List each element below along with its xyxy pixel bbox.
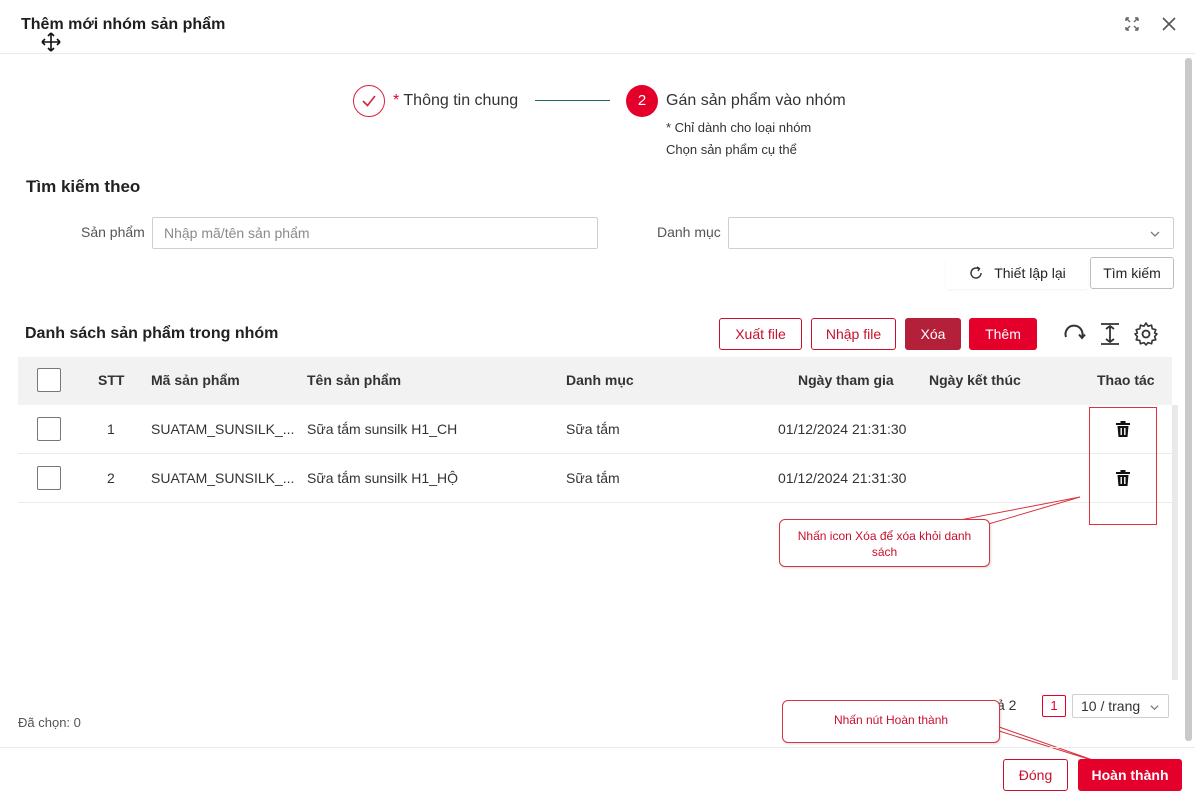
finish-button[interactable]: Hoàn thành (1078, 759, 1182, 791)
gear-icon[interactable] (1133, 321, 1159, 347)
row-stt: 2 (107, 470, 115, 486)
delete-highlight-box (1089, 407, 1157, 525)
chevron-down-icon (1150, 705, 1159, 711)
row-checkbox[interactable] (37, 417, 61, 441)
row-checkbox[interactable] (37, 466, 61, 490)
page-size-value: 10 / trang (1081, 698, 1141, 714)
search-button[interactable]: Tìm kiếm (1090, 257, 1174, 289)
select-all-checkbox[interactable] (37, 368, 61, 392)
column-header: Ngày kết thúc (929, 372, 1021, 388)
search-section-title: Tìm kiếm theo (26, 177, 141, 196)
reload-icon (970, 266, 982, 279)
delete-button[interactable]: Xóa (905, 318, 961, 350)
table-row[interactable]: 2 SUATAM_SUNSILK_... Sữa tắm sunsilk H1_… (18, 454, 1172, 503)
expand-icon[interactable] (1123, 15, 1141, 33)
check-icon (362, 95, 376, 107)
modal-scrollbar[interactable] (1185, 58, 1192, 741)
column-header: Mã sản phẩm (151, 372, 240, 388)
column-height-icon[interactable] (1097, 321, 1123, 347)
column-header: STT (98, 372, 125, 388)
column-header: Ngày tham gia (798, 372, 894, 388)
pagination-page-current[interactable]: 1 (1042, 695, 1066, 717)
step1-text: Thông tin chung (403, 92, 519, 109)
category-select[interactable] (728, 217, 1174, 249)
step2-indicator: 2 (626, 85, 658, 117)
reset-button[interactable]: Thiết lập lại (946, 257, 1088, 289)
close-icon[interactable] (1160, 15, 1178, 33)
step2-note: Chọn sản phẩm cụ thể (666, 142, 797, 157)
modal-header: Thêm mới nhóm sản phẩm (0, 0, 1195, 54)
step2-note: * Chỉ dành cho loại nhóm (666, 120, 812, 135)
export-file-button[interactable]: Xuất file (719, 318, 802, 350)
table-scrollbar[interactable] (1172, 405, 1178, 680)
step1-indicator (353, 85, 385, 117)
step-connector (535, 100, 610, 101)
row-name: Sữa tắm sunsilk H1_HỘ (307, 470, 458, 486)
row-stt: 1 (107, 421, 115, 437)
required-mark: * (393, 92, 400, 109)
product-label: Sản phẩm (81, 224, 145, 240)
column-header: Tên sản phẩm (307, 372, 402, 388)
move-icon[interactable] (41, 32, 61, 52)
row-code: SUATAM_SUNSILK_... (151, 421, 295, 437)
import-file-button[interactable]: Nhập file (811, 318, 896, 350)
row-code: SUATAM_SUNSILK_... (151, 470, 295, 486)
page-size-select[interactable]: 10 / trang (1072, 694, 1169, 718)
reset-button-label: Thiết lập lại (994, 265, 1066, 281)
column-header: Danh mục (566, 372, 634, 388)
step2-label[interactable]: Gán sản phẩm vào nhóm (666, 92, 846, 110)
finish-hint-callout: Nhấn nút Hoàn thành (782, 700, 1000, 743)
table-header: STT Mã sản phẩm Tên sản phẩm Danh mục Ng… (18, 357, 1172, 405)
add-button[interactable]: Thêm (969, 318, 1037, 350)
step1-label[interactable]: * Thông tin chung (393, 92, 518, 110)
category-label: Danh mục (657, 224, 721, 240)
refresh-icon[interactable] (1061, 321, 1087, 347)
table-row[interactable]: 1 SUATAM_SUNSILK_... Sữa tắm sunsilk H1_… (18, 405, 1172, 454)
row-category: Sữa tắm (566, 421, 620, 437)
list-title: Danh sách sản phẩm trong nhóm (25, 325, 279, 342)
row-category: Sữa tắm (566, 470, 620, 486)
row-name: Sữa tắm sunsilk H1_CH (307, 421, 458, 437)
column-header: Thao tác (1097, 372, 1155, 388)
chevron-down-icon (1150, 231, 1160, 237)
row-joined-date: 01/12/2024 21:31:30 (778, 470, 907, 486)
selected-count: Đã chọn: 0 (18, 715, 81, 730)
product-search-input[interactable] (152, 217, 598, 249)
delete-hint-callout: Nhấn icon Xóa để xóa khỏi danh sách (779, 519, 990, 567)
row-joined-date: 01/12/2024 21:31:30 (778, 421, 907, 437)
close-button[interactable]: Đóng (1003, 759, 1068, 791)
